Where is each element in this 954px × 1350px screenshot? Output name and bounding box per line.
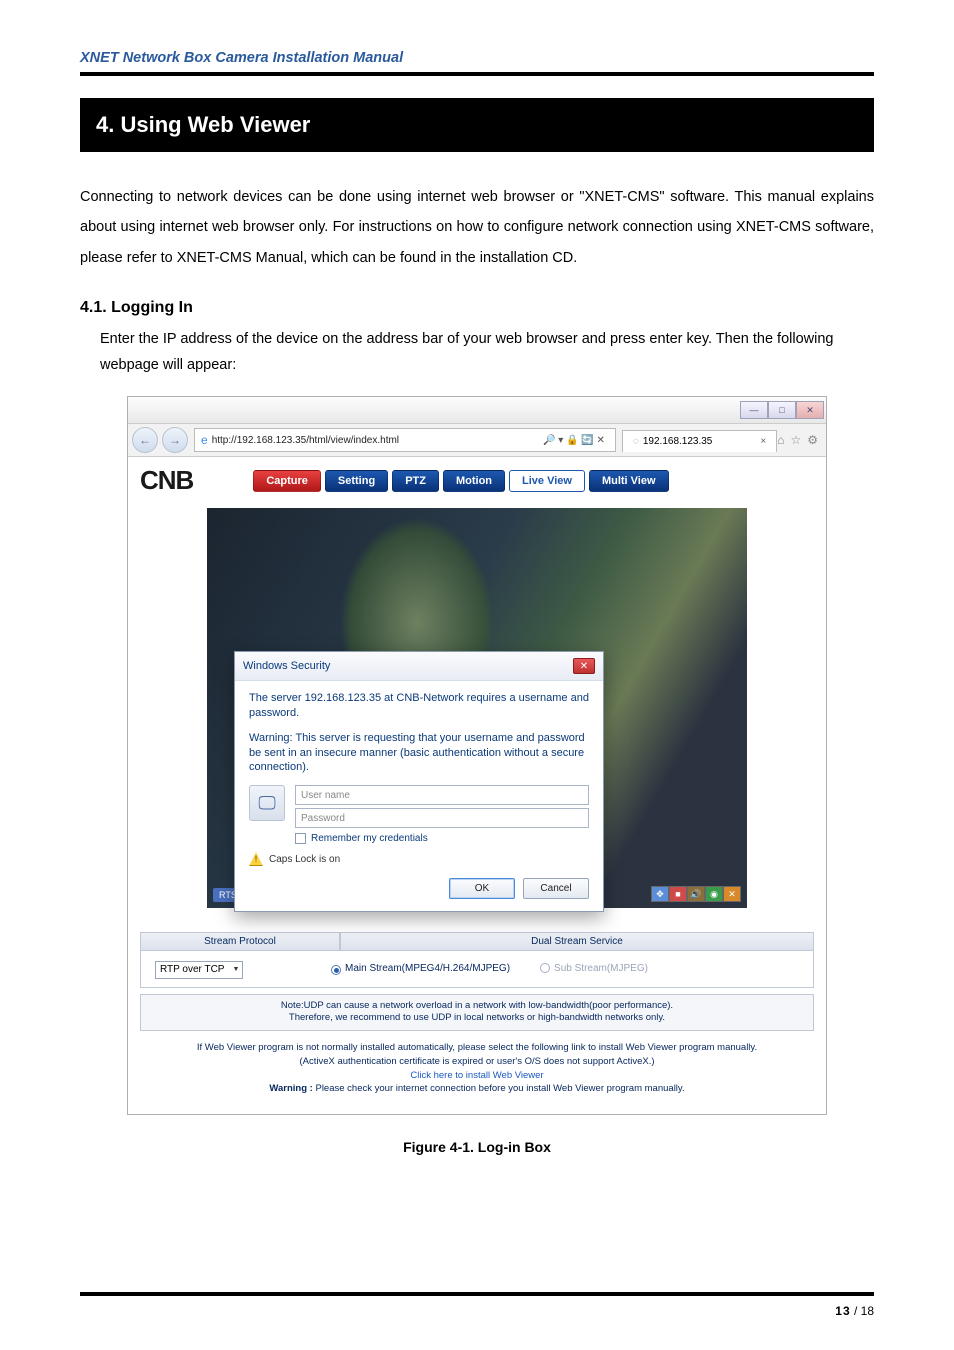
tab-bar: ◌ 192.168.123.35 × <box>622 428 777 452</box>
main-stream-radio[interactable]: Main Stream(MPEG4/H.264/MJPEG) <box>331 963 510 976</box>
windows-security-dialog: Windows Security ✕ The server 192.168.12… <box>234 651 604 912</box>
install-link[interactable]: Click here to install Web Viewer <box>140 1069 814 1083</box>
window-maximize-button[interactable]: □ <box>768 401 796 419</box>
window-titlebar: — □ ✕ <box>128 397 826 423</box>
doc-header: XNET Network Box Camera Installation Man… <box>80 50 874 72</box>
udp-note-line2: Therefore, we recommend to use UDP in lo… <box>149 1012 805 1025</box>
stream-settings-row: RTP over TCP Main Stream(MPEG4/H.264/MJP… <box>140 951 814 988</box>
caps-lock-warning: ! Caps Lock is on <box>249 852 589 866</box>
page-current: 13 <box>835 1304 850 1318</box>
address-field[interactable]: e http://192.168.123.35/html/view/index.… <box>194 428 616 452</box>
favorites-icon[interactable]: ☆ <box>790 433 801 447</box>
window-minimize-button[interactable]: — <box>740 401 768 419</box>
remember-checkbox[interactable] <box>295 833 306 844</box>
settings-icon[interactable]: ⚙ <box>807 433 818 447</box>
video-ctrl-5-icon[interactable]: ✕ <box>723 886 741 902</box>
caps-lock-text: Caps Lock is on <box>269 854 340 865</box>
install-info-line1: If Web Viewer program is not normally in… <box>140 1041 814 1055</box>
intro-paragraph: Connecting to network devices can be don… <box>80 182 874 273</box>
dialog-close-button[interactable]: ✕ <box>573 658 595 674</box>
dialog-title: Windows Security <box>243 660 330 672</box>
nav-forward-button[interactable]: → <box>162 427 188 453</box>
motion-button[interactable]: Motion <box>443 470 505 492</box>
subsection-heading: 4.1. Logging In <box>80 299 874 317</box>
udp-note: Note:UDP can cause a network overload in… <box>140 994 814 1032</box>
ie-icon: e <box>201 433 208 447</box>
capture-button[interactable]: Capture <box>253 470 321 492</box>
dialog-header: Windows Security ✕ <box>235 652 603 681</box>
address-bar-row: ← → e http://192.168.123.35/html/view/in… <box>128 423 826 457</box>
install-warning: Warning : Please check your internet con… <box>140 1082 814 1096</box>
page-total: 18 <box>861 1304 874 1318</box>
app-toolbar: CNB Capture Setting PTZ Motion Live View… <box>140 465 814 496</box>
page-number: 13 / 18 <box>835 1304 874 1318</box>
nav-back-button[interactable]: ← <box>132 427 158 453</box>
stream-header-row: Stream Protocol Dual Stream Service <box>140 932 814 951</box>
browser-tab[interactable]: ◌ 192.168.123.35 × <box>622 430 777 452</box>
credentials-icon: 🖵 <box>249 785 285 821</box>
dual-stream-header: Dual Stream Service <box>340 932 814 951</box>
dialog-message-2: Warning: This server is requesting that … <box>249 731 589 776</box>
tab-title: 192.168.123.35 <box>643 436 713 447</box>
username-input[interactable]: User name <box>295 785 589 805</box>
video-ctrl-4-icon[interactable]: ◉ <box>705 886 723 902</box>
protocol-select[interactable]: RTP over TCP <box>155 961 243 979</box>
ok-button[interactable]: OK <box>449 878 515 899</box>
cancel-button[interactable]: Cancel <box>523 878 589 899</box>
browser-window: — □ ✕ ← → e http://192.168.123.35/html/v… <box>127 396 827 1115</box>
subsection-text: Enter the IP address of the device on th… <box>100 327 874 378</box>
brand-logo: CNB <box>140 465 193 496</box>
video-ctrl-record-icon[interactable]: ■ <box>669 886 687 902</box>
install-info-line2: (ActiveX authentication certificate is e… <box>140 1055 814 1069</box>
sub-stream-radio[interactable]: Sub Stream(MJPEG) <box>540 963 648 974</box>
warning-icon: ! <box>249 852 263 866</box>
live-view-button[interactable]: Live View <box>509 470 585 492</box>
multi-view-button[interactable]: Multi View <box>589 470 669 492</box>
remember-label: Remember my credentials <box>311 833 428 844</box>
remember-checkbox-row[interactable]: Remember my credentials <box>295 833 589 844</box>
section-title: 4. Using Web Viewer <box>80 98 874 152</box>
figure-caption: Figure 4-1. Log-in Box <box>80 1139 874 1155</box>
tab-favicon: ◌ <box>633 436 639 447</box>
video-ctrl-move-icon[interactable]: ✥ <box>651 886 669 902</box>
stream-protocol-header: Stream Protocol <box>140 932 340 951</box>
password-input[interactable]: Password <box>295 808 589 828</box>
ptz-button[interactable]: PTZ <box>392 470 439 492</box>
browser-extras: ⌂ ☆ ⚙ <box>777 433 826 447</box>
udp-note-line1: Note:UDP can cause a network overload in… <box>149 1000 805 1013</box>
video-footer-controls: ✥ ■ 🔊 ◉ ✕ <box>651 886 741 902</box>
page-content: CNB Capture Setting PTZ Motion Live View… <box>128 457 826 1114</box>
setting-button[interactable]: Setting <box>325 470 388 492</box>
page-sep: / <box>851 1304 861 1318</box>
home-icon[interactable]: ⌂ <box>777 433 784 447</box>
install-info: If Web Viewer program is not normally in… <box>140 1041 814 1096</box>
footer-rule <box>80 1292 874 1296</box>
address-controls[interactable]: 🔎 ▾ 🔒 🔄 ✕ <box>539 435 609 446</box>
tab-close-button[interactable]: × <box>760 436 766 447</box>
address-url: http://192.168.123.35/html/view/index.ht… <box>212 435 399 446</box>
header-rule <box>80 72 874 76</box>
dialog-message-1: The server 192.168.123.35 at CNB-Network… <box>249 691 589 721</box>
video-ctrl-audio-icon[interactable]: 🔊 <box>687 886 705 902</box>
window-close-button[interactable]: ✕ <box>796 401 824 419</box>
